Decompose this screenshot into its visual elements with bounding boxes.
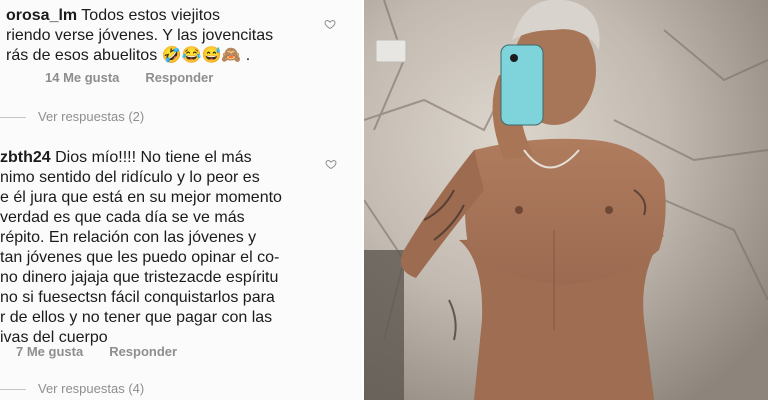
comment-2-line-5: répito. En relación con las jóvenes y xyxy=(0,229,257,246)
phone-icon xyxy=(500,44,544,126)
phone-camera-icon xyxy=(510,54,518,62)
chest-mark xyxy=(515,206,523,214)
comment-2-likes[interactable]: 7 Me gusta xyxy=(16,344,83,359)
comment-2-line-8: no si fuesectsn fácil conquistarlos para xyxy=(0,289,275,306)
comment-2-meta: 7 Me gusta Responder xyxy=(16,344,203,359)
photo-illustration xyxy=(364,0,768,400)
chest-mark xyxy=(605,206,613,214)
comment-2-reply-button[interactable]: Responder xyxy=(109,344,177,359)
comment-2-view-replies[interactable]: Ver respuestas (4) xyxy=(0,381,144,396)
comment-2-line-6: tan jóvenes que les puedo opinar el co- xyxy=(0,249,280,266)
comment-1-line-3: rás de esos abuelitos 🤣😂😅🙈 . xyxy=(6,47,251,64)
comments-panel: orosa_lm Todos estos viejitos riendo ver… xyxy=(0,0,362,400)
comment-2-line-1: Dios mío!!!! No tiene el más xyxy=(55,149,252,166)
comment-1-line-2: riendo verse jóvenes. Y las jovencitas xyxy=(6,27,274,44)
comment-1-line-1: Todos estos viejitos xyxy=(81,7,221,24)
comment-1-reply-button[interactable]: Responder xyxy=(145,70,213,85)
replies-line xyxy=(0,389,26,391)
wall-switch xyxy=(375,39,407,63)
comment-2-line-9: r de ellos y no tener que pagar con las xyxy=(0,309,273,326)
comment-1-view-replies[interactable]: Ver respuestas (2) xyxy=(0,109,144,124)
comment-1-likes[interactable]: 14 Me gusta xyxy=(45,70,119,85)
dark-doorway xyxy=(364,250,404,400)
like-heart-icon[interactable] xyxy=(324,18,336,30)
comment-2-line-4: verdad es que cada día se ve más xyxy=(0,209,245,226)
comment-2-line-7: no dinero jajaja que tristezacde espírit… xyxy=(0,269,279,286)
comment-1: orosa_lm Todos estos viejitos riendo ver… xyxy=(6,6,336,66)
comment-2-line-2: nimo sentido del ridículo y lo peor es xyxy=(0,169,260,186)
comment-1-meta: 14 Me gusta Responder xyxy=(45,70,239,85)
comment-1-username[interactable]: orosa_lm xyxy=(6,7,77,24)
comment-1-view-replies-label: Ver respuestas (2) xyxy=(38,109,145,124)
comment-2-username[interactable]: zbth24 xyxy=(0,149,51,166)
comment-2-line-3: e él jura que está en su mejor momento xyxy=(0,189,282,206)
replies-line xyxy=(0,117,26,119)
comment-2-view-replies-label: Ver respuestas (4) xyxy=(38,381,145,396)
comment-2: zbth24 Dios mío!!!! No tiene el más nimo… xyxy=(0,148,320,348)
mirror-selfie-photo xyxy=(364,0,768,400)
like-heart-icon[interactable] xyxy=(325,158,337,170)
torso xyxy=(465,138,666,285)
